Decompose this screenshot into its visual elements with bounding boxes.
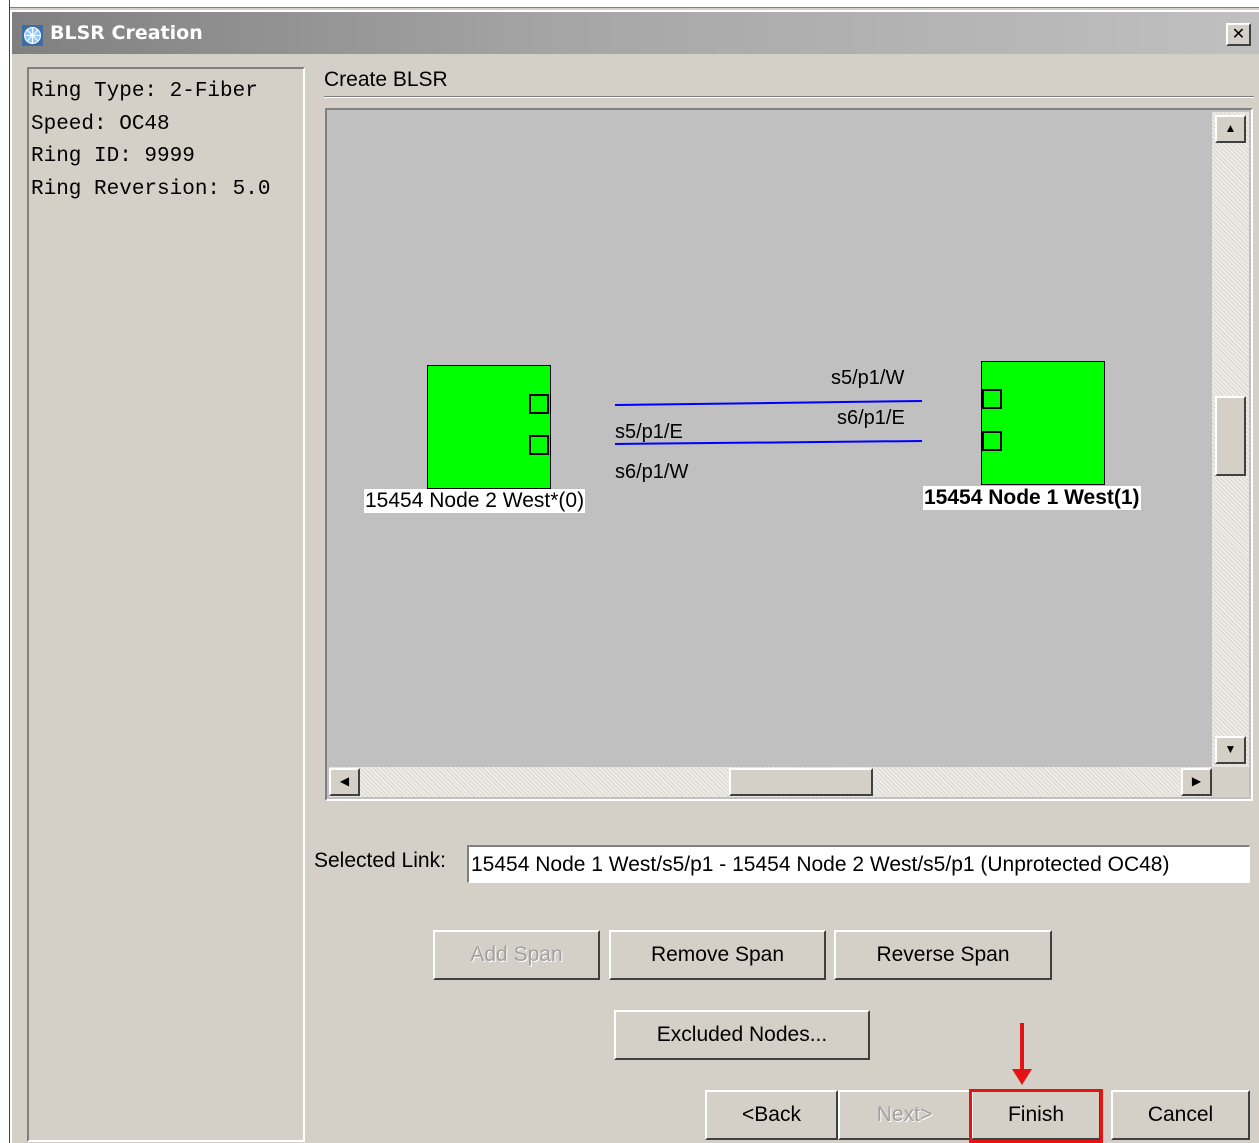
network-view-frame: 15454 Node 2 West*(0) 15454 Node 1 West(…: [325, 108, 1253, 801]
scroll-down-icon: ▼: [1224, 742, 1237, 756]
scrollbar-corner: [1212, 767, 1249, 797]
vertical-scroll-thumb[interactable]: [1215, 396, 1246, 476]
add-span-button[interactable]: Add Span: [433, 930, 600, 980]
scroll-left-icon: ◀: [339, 774, 350, 788]
horizontal-scroll-thumb[interactable]: [729, 768, 873, 796]
node-2-west[interactable]: [427, 365, 551, 489]
vertical-scrollbar[interactable]: ▲ ▼: [1212, 112, 1249, 767]
port-label-s5-p1-w: s5/p1/W: [831, 367, 905, 389]
close-button[interactable]: ✕: [1226, 23, 1251, 46]
cancel-button[interactable]: Cancel: [1111, 1090, 1250, 1140]
ring-reversion-text: Ring Reversion: 5.0: [31, 177, 271, 201]
scroll-down-button[interactable]: ▼: [1215, 736, 1246, 764]
annotation-arrow-icon: [1012, 1069, 1032, 1085]
window-title: BLSR Creation: [50, 22, 203, 44]
span-link-top[interactable]: [615, 399, 922, 406]
reverse-span-button[interactable]: Reverse Span: [834, 930, 1052, 980]
desktop-left-edge: [0, 0, 10, 1143]
port-label-s6-p1-w: s6/p1/W: [615, 461, 689, 483]
selected-link-label: Selected Link:: [314, 849, 446, 872]
section-divider: [324, 96, 1254, 98]
network-canvas[interactable]: 15454 Node 2 West*(0) 15454 Node 1 West(…: [329, 112, 1212, 767]
scroll-up-button[interactable]: ▲: [1215, 115, 1246, 143]
close-icon: ✕: [1231, 24, 1246, 43]
title-bar[interactable]: BLSR Creation ✕: [12, 12, 1259, 54]
blsr-creation-dialog: BLSR Creation ✕ Ring Type: 2-Fiber Speed…: [10, 10, 1259, 1143]
port-label-s5-p1-e: s5/p1/E: [615, 421, 683, 443]
selected-link-field[interactable]: [467, 845, 1250, 883]
ring-id-text: Ring ID: 9999: [31, 145, 195, 168]
scroll-right-icon: ▶: [1191, 774, 1202, 788]
node-1-label: 15454 Node 1 West(1): [923, 486, 1141, 510]
excluded-nodes-button[interactable]: Excluded Nodes...: [614, 1010, 870, 1060]
node-1-west-port[interactable]: [982, 389, 1002, 409]
annotation-arrow-shaft: [1020, 1023, 1024, 1073]
desktop-top-edge: [0, 0, 1259, 8]
scroll-left-button[interactable]: ◀: [329, 768, 360, 796]
node-2-label: 15454 Node 2 West*(0): [364, 489, 586, 513]
horizontal-scrollbar[interactable]: ◀ ▶: [329, 767, 1212, 797]
node-1-west[interactable]: [981, 361, 1105, 485]
node-2-east-port[interactable]: [529, 394, 549, 414]
speed-text: Speed: OC48: [31, 112, 170, 136]
back-button[interactable]: <Back: [705, 1090, 838, 1140]
ctc-app-icon: [22, 25, 43, 46]
node-2-west-port[interactable]: [529, 435, 549, 455]
section-title: Create BLSR: [324, 68, 448, 91]
ring-info-panel: Ring Type: 2-Fiber Speed: OC48 Ring ID: …: [27, 67, 305, 1142]
scroll-up-icon: ▲: [1224, 121, 1237, 135]
ring-type-text: Ring Type: 2-Fiber: [31, 80, 258, 103]
remove-span-button[interactable]: Remove Span: [609, 930, 826, 980]
node-1-east-port[interactable]: [982, 431, 1002, 451]
port-label-s6-p1-e: s6/p1/E: [837, 407, 905, 429]
next-button[interactable]: Next>: [838, 1090, 971, 1140]
finish-highlight-box: [969, 1089, 1103, 1143]
scroll-right-button[interactable]: ▶: [1181, 768, 1212, 796]
